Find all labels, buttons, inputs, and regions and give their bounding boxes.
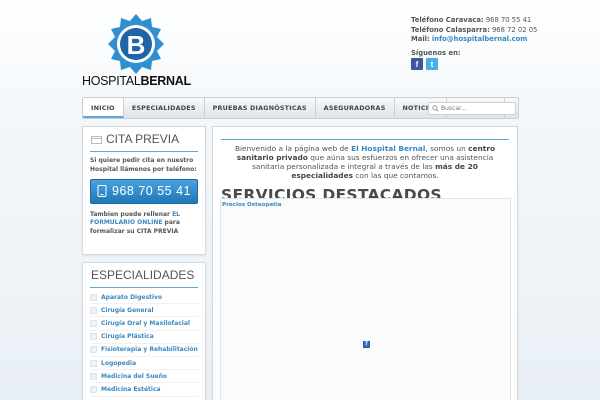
- main-nav: INICIO ESPECIALIDADES PRUEBAS DIAGNÓSTIC…: [82, 97, 519, 119]
- logo-text-bold: BERNAL: [140, 74, 192, 88]
- nav-item-especialidades[interactable]: ESPECIALIDADES: [124, 98, 205, 118]
- list-item[interactable]: Logopedia: [90, 357, 198, 371]
- phone-icon: [97, 185, 107, 198]
- calasparra-phone-value: 968 72 02 05: [491, 25, 538, 34]
- logo-letter: B: [127, 30, 146, 60]
- especialidad-link[interactable]: Cirugía General: [101, 307, 154, 314]
- nav-item-aseguradoras[interactable]: ASEGURADORAS: [316, 98, 395, 118]
- especialidad-link[interactable]: Logopedia: [101, 360, 136, 367]
- list-item[interactable]: Medicina del Sueño: [90, 370, 198, 384]
- contact-info: Teléfono Caravaca: 968 70 55 41 Teléfono…: [411, 16, 537, 45]
- bullet-icon: [90, 385, 97, 393]
- hospital-logo[interactable]: B HOSPITALBERNAL: [82, 14, 192, 88]
- logo-badge-icon: B: [108, 14, 164, 74]
- especialidades-panel: ESPECIALIDADES Aparato Digestivo Cirugía…: [82, 262, 206, 400]
- social-links: f t: [411, 58, 438, 70]
- cita-previa-title-row: CITA PREVIA: [83, 127, 205, 146]
- follow-label: Síguenos en:: [411, 49, 461, 57]
- bullet-icon: [90, 293, 97, 301]
- search-input[interactable]: [441, 105, 515, 112]
- hospital-name-link[interactable]: El Hospital Bernal: [351, 144, 425, 153]
- nav-item-inicio[interactable]: INICIO: [83, 98, 124, 118]
- cita-previa-panel: CITA PREVIA Si quiere pedir cita en nues…: [82, 126, 206, 255]
- twitter-icon[interactable]: t: [426, 58, 438, 70]
- especialidad-link[interactable]: Aparato Digestivo: [101, 294, 162, 301]
- cita-previa-title: CITA PREVIA: [106, 132, 180, 146]
- especialidad-link[interactable]: Medicina del Sueño: [101, 373, 167, 380]
- bullet-icon: [90, 306, 97, 314]
- nav-item-pruebas-diagnosticas[interactable]: PRUEBAS DIAGNÓSTICAS: [205, 98, 316, 118]
- list-item[interactable]: Medicina Estética: [90, 383, 198, 397]
- especialidades-title: ESPECIALIDADES: [91, 268, 195, 282]
- bullet-icon: [90, 333, 97, 341]
- especialidad-link[interactable]: Fisioterapia y Rehabilitación: [101, 346, 198, 353]
- cita-previa-form-text: Tambien puede rellenar EL FORMULARIO ONL…: [83, 204, 205, 237]
- mail-link[interactable]: info@hospitalbernal.com: [432, 35, 527, 43]
- intro-part-1: Bienvenido a la página web de: [234, 144, 352, 153]
- welcome-text: Bienvenido a la página web de El Hospita…: [213, 140, 517, 180]
- especialidad-link[interactable]: Cirugía Oral y Maxilofacial: [101, 320, 190, 327]
- list-item[interactable]: Cirugía Plástica: [90, 331, 198, 344]
- video-embed[interactable]: Precios Osteopatia ?: [220, 198, 511, 400]
- logo-wordmark: HOSPITALBERNAL: [82, 74, 192, 88]
- missing-plugin-icon[interactable]: ?: [363, 341, 370, 348]
- cita-previa-text: Si quiere pedir cita en nuestro Hospital…: [90, 157, 197, 173]
- calasparra-phone-label: Teléfono Calasparra:: [411, 25, 490, 34]
- main-content: Bienvenido a la página web de El Hospita…: [212, 126, 518, 400]
- search-box: [428, 102, 516, 115]
- list-item[interactable]: Aparato Digestivo: [90, 291, 198, 305]
- bullet-icon: [90, 319, 97, 327]
- video-title-link[interactable]: Precios Osteopatia: [221, 199, 510, 208]
- logo-text-light: HOSPITAL: [82, 74, 141, 88]
- mail-label: Mail:: [411, 35, 430, 44]
- bullet-icon: [90, 346, 97, 354]
- phone-call-button[interactable]: 968 70 55 41: [90, 178, 198, 204]
- especialidad-link[interactable]: Cirugía Plástica: [101, 333, 154, 340]
- list-item[interactable]: Fisioterapia y Rehabilitación: [90, 344, 198, 357]
- phone-number: 968 70 55 41: [112, 184, 191, 199]
- especialidades-list: Aparato Digestivo Cirugía General Cirugí…: [83, 288, 205, 397]
- bullet-icon: [90, 372, 97, 380]
- caravaca-phone-label: Teléfono Caravaca:: [411, 16, 484, 24]
- intro-part-2: , somos un: [425, 144, 469, 153]
- form-text-before: Tambien puede rellenar: [90, 210, 173, 218]
- especialidad-link[interactable]: Medicina Estética: [101, 386, 161, 393]
- calendar-icon: [91, 135, 102, 144]
- list-item[interactable]: Cirugía Oral y Maxilofacial: [90, 317, 198, 331]
- list-item[interactable]: Cirugía General: [90, 304, 198, 318]
- bullet-icon: [90, 359, 97, 367]
- intro-part-4: con las que contamos.: [353, 171, 439, 180]
- facebook-icon[interactable]: f: [411, 58, 423, 70]
- caravaca-phone-value: 968 70 55 41: [485, 16, 532, 24]
- search-icon: [432, 105, 439, 112]
